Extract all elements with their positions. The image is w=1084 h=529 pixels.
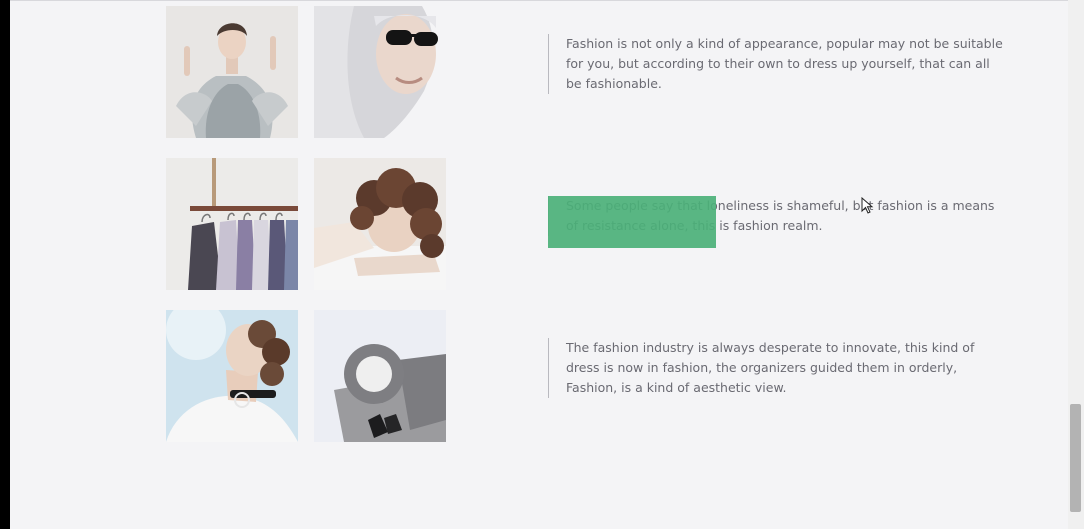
photo-model-choker: [166, 310, 298, 442]
description-3: The fashion industry is always desperate…: [566, 340, 975, 395]
scrollbar-thumb[interactable]: [1070, 404, 1081, 512]
photo-hooded-model-sunglasses: [314, 6, 446, 138]
description-1: Fashion is not only a kind of appearance…: [566, 36, 1003, 91]
photo-curly-hair-model: [314, 158, 446, 290]
description-text-1: Fashion is not only a kind of appearance…: [548, 34, 1006, 94]
photo-clothing-rack: [166, 158, 298, 290]
text-selection-highlight: [548, 196, 716, 248]
mouse-pointer-icon: [861, 197, 874, 214]
top-divider: [10, 0, 1068, 1]
photo-woman-pleated-gown: [166, 6, 298, 138]
photo-hat-flatlay: [314, 310, 446, 442]
description-text-3: The fashion industry is always desperate…: [548, 338, 1006, 398]
page-viewport: Fashion is not only a kind of appearance…: [10, 0, 1068, 529]
